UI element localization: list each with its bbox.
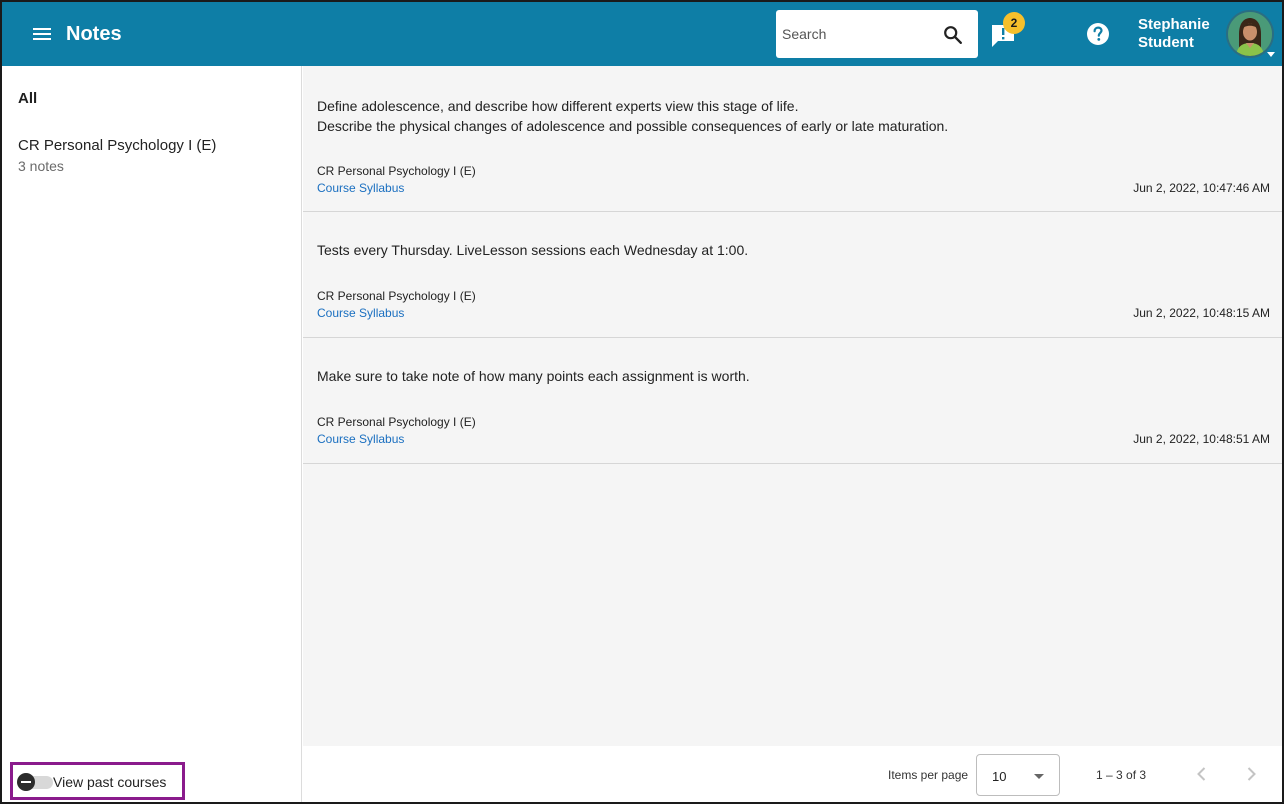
user-first-name: Stephanie	[1138, 16, 1210, 33]
search-box	[776, 10, 978, 58]
user-last-name: Student	[1138, 34, 1194, 51]
notes-list: Define adolescence, and describe how dif…	[303, 66, 1282, 746]
note-line: Tests every Thursday. LiveLesson session…	[317, 242, 749, 258]
help-circle-icon[interactable]	[1086, 22, 1110, 46]
note-course: CR Personal Psychology I (E)	[317, 164, 476, 178]
note-source-link[interactable]: Course Syllabus	[317, 180, 404, 196]
chevron-left-icon[interactable]	[1192, 764, 1212, 784]
note-source-link[interactable]: Course Syllabus	[317, 305, 404, 321]
note-source-link[interactable]: Course Syllabus	[317, 431, 404, 447]
page-title: Notes	[66, 23, 122, 45]
app-frame: Notes 2 Stephanie Student	[0, 0, 1284, 804]
note-line: Make sure to take note of how many point…	[317, 368, 750, 384]
sidebar-item-course[interactable]: CR Personal Psychology I (E) 3 notes	[18, 136, 288, 176]
menu-icon[interactable]	[30, 22, 54, 46]
note-course: CR Personal Psychology I (E)	[317, 289, 476, 303]
past-courses-toggle[interactable]	[17, 773, 53, 791]
items-per-page-label: Items per page	[888, 768, 969, 782]
sidebar: All CR Personal Psychology I (E) 3 notes…	[2, 66, 302, 802]
past-courses-control: View past courses	[10, 762, 185, 800]
alert-count-badge: 2	[1003, 12, 1025, 34]
note-date: Jun 2, 2022, 10:48:15 AM	[1133, 306, 1270, 320]
chevron-down-icon[interactable]	[1267, 52, 1275, 57]
chevron-right-icon[interactable]	[1241, 764, 1261, 784]
note-line: Describe the physical changes of adolesc…	[317, 118, 949, 134]
app-header: Notes 2 Stephanie Student	[2, 2, 1282, 66]
user-avatar-icon	[1228, 12, 1272, 56]
paginator: Items per page 10 1 – 3 of 3	[303, 746, 1282, 802]
note-text: Make sure to take note of how many point…	[317, 366, 750, 386]
items-per-page-select[interactable]: 10	[976, 754, 1060, 796]
sidebar-course-count: 3 notes	[18, 158, 64, 174]
past-courses-label: View past courses	[53, 774, 167, 790]
sidebar-course-title: CR Personal Psychology I (E)	[18, 137, 217, 154]
note-date: Jun 2, 2022, 10:47:46 AM	[1133, 181, 1270, 195]
note-date: Jun 2, 2022, 10:48:51 AM	[1133, 432, 1270, 446]
avatar[interactable]	[1226, 10, 1274, 58]
note-card: Define adolescence, and describe how dif…	[303, 66, 1282, 212]
items-per-page-value: 10	[992, 769, 1007, 784]
note-text: Define adolescence, and describe how dif…	[317, 96, 948, 136]
toggle-thumb	[17, 773, 35, 791]
sidebar-item-all[interactable]: All	[18, 90, 37, 107]
note-text: Tests every Thursday. LiveLesson session…	[317, 240, 748, 260]
page-range: 1 – 3 of 3	[1096, 768, 1147, 782]
note-course: CR Personal Psychology I (E)	[317, 415, 476, 429]
note-line: Define adolescence, and describe how dif…	[317, 98, 799, 114]
note-card: Tests every Thursday. LiveLesson session…	[303, 212, 1282, 338]
user-name[interactable]: Stephanie Student	[1138, 16, 1218, 52]
note-card: Make sure to take note of how many point…	[303, 338, 1282, 464]
caret-down-icon	[1034, 774, 1044, 779]
search-icon[interactable]	[942, 24, 964, 46]
search-input[interactable]	[782, 22, 932, 46]
